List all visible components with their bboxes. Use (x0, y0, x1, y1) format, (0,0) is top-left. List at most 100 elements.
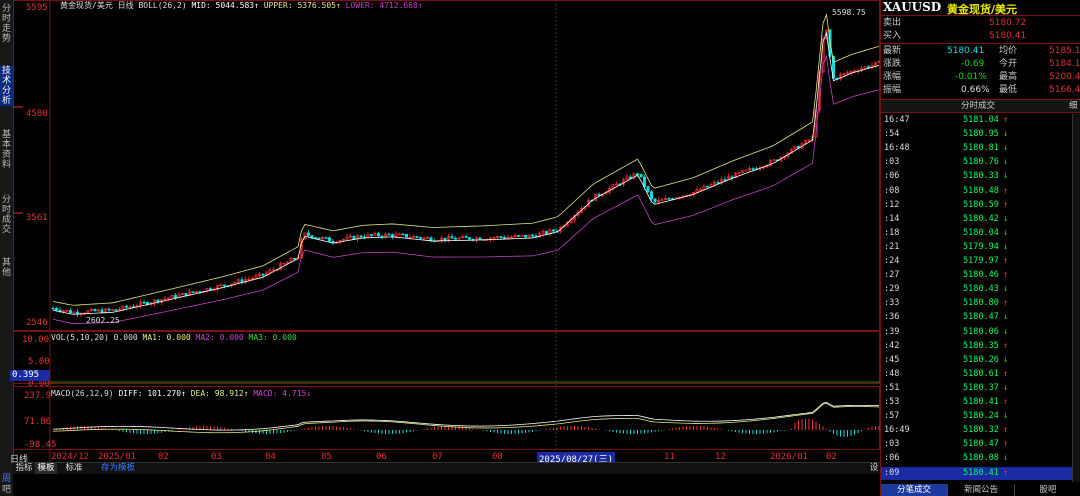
trade-time: :53 (884, 397, 900, 407)
trade-row[interactable]: :12 5180.59 ↑ (881, 199, 1080, 212)
candle-body (597, 193, 601, 196)
vol-y-tick: 10.00 (22, 335, 50, 345)
trade-row[interactable]: :03 5180.47 ↑ (881, 438, 1080, 451)
trade-time: :06 (884, 453, 900, 464)
trade-price: 5180.41 (963, 397, 999, 407)
candle-body (240, 279, 244, 283)
trade-row[interactable]: :18 5180.04 ↓ (881, 227, 1080, 240)
candle-body (397, 233, 401, 236)
candle-body (639, 173, 643, 178)
down-arrow-icon: ↓ (1003, 129, 1009, 140)
trade-row[interactable]: 16:48 5180.81 ↓ (881, 142, 1080, 155)
candle-body (68, 310, 72, 314)
trade-price: 5180.61 (963, 368, 999, 379)
candle-body (530, 234, 534, 237)
candle-body (523, 234, 527, 238)
trade-row[interactable]: :27 5180.46 ↑ (881, 269, 1080, 282)
trade-price: 5180.35 (963, 340, 999, 351)
trade-row[interactable]: :06 5180.08 ↓ (881, 452, 1080, 465)
boll-name: BOLL(26,2) (138, 1, 187, 10)
quote-bottom-tabs: 分笔成交 新闻公告 股吧 (881, 484, 1080, 496)
left-bottom-strip: 周 吧 (0, 462, 13, 496)
trades-list[interactable]: 16:47 5181.04 ↑:54 5180.95 ↓ 16:48 5180.81 ↓:03… (881, 114, 1080, 482)
quote-label: 涨幅 (883, 72, 902, 82)
quote-label: 最高 (999, 72, 1018, 82)
trade-time: :14 (884, 213, 900, 224)
x-label: 02 (826, 452, 837, 462)
boll-lower-line (52, 54, 880, 325)
trade-row[interactable]: :03 5180.76 ↓ (881, 156, 1080, 169)
candle-body (649, 191, 653, 200)
x-label: 04 (265, 452, 276, 462)
tab-forum[interactable]: 股吧 (1015, 484, 1080, 496)
tab-tick-trades[interactable]: 分笔成交 (881, 484, 948, 496)
candle-body (467, 237, 471, 240)
trade-row[interactable]: :14 5180.42 ↓ (881, 213, 1080, 226)
trade-row[interactable]: :21 5179.94 ↓ (881, 241, 1080, 254)
x-label: 12 (715, 452, 726, 462)
y-tick: 4580 (26, 109, 48, 119)
settings-button[interactable]: 设 (868, 463, 880, 474)
trade-row[interactable]: :48 5180.61 ↑ (881, 368, 1080, 381)
up-arrow-icon: ↑ (1003, 467, 1009, 478)
trade-row[interactable]: :36 5180.47 ↓ (881, 311, 1080, 324)
quote-label: 最新 (883, 46, 902, 56)
divider (881, 15, 1080, 16)
trade-row[interactable]: :39 5180.06 ↓ (881, 326, 1080, 339)
left-bottom-item[interactable]: 周 (0, 474, 13, 484)
candle-body (516, 235, 520, 237)
left-tab-strip: 分时走势 技术分析 基本资料 分时成交 其他 (0, 0, 14, 462)
vol-y-tick: 5.00 (28, 357, 50, 367)
buy-value: 5180.41 (989, 31, 1027, 41)
main-panel-border (13, 0, 880, 331)
trade-row[interactable]: :42 5180.35 ↑ (881, 340, 1080, 353)
left-bottom-item[interactable]: 吧 (0, 485, 13, 495)
trade-row[interactable]: :09 5180.41 ↑ (881, 466, 1080, 480)
up-arrow-icon: ↑ (1003, 199, 1009, 210)
trade-row[interactable]: :33 5180.80 ↑ (881, 297, 1080, 310)
indicator-tab[interactable]: 指标 (13, 463, 35, 474)
candle-body (292, 258, 296, 260)
y-tick: 3561 (26, 213, 48, 223)
trade-row[interactable]: :45 5180.26 ↓ (881, 354, 1080, 367)
trade-row[interactable]: :24 5179.97 ↑ (881, 255, 1080, 268)
candle-body (667, 198, 671, 200)
change-pct-value: -0.01% (955, 72, 987, 82)
standard-tab[interactable]: 标准 (63, 463, 85, 474)
save-template-tab[interactable]: 存为模板 (93, 463, 143, 474)
tab-news[interactable]: 新闻公告 (948, 484, 1015, 496)
candle-body (387, 233, 391, 236)
trade-row[interactable]: 16:49 5180.32 ↑ (881, 424, 1080, 437)
x-label: 2025/01 (98, 452, 136, 462)
candle-body (306, 232, 310, 236)
trade-row[interactable]: :29 5180.43 ↓ (881, 283, 1080, 296)
trade-row[interactable]: :08 5180.48 ↑ (881, 185, 1080, 198)
candle-body (401, 233, 405, 236)
trade-row[interactable]: :54 5180.95 ↓ (881, 128, 1080, 141)
tab-time-trend[interactable]: 分时走势 (0, 4, 13, 44)
template-tab[interactable]: 模板 (35, 463, 57, 474)
amplitude-value: 0.66% (961, 85, 990, 95)
tab-other[interactable]: 其他 (0, 258, 13, 280)
tab-basic-info[interactable]: 基本资料 (0, 130, 13, 170)
candle-body (390, 234, 394, 237)
trades-detail-button[interactable]: 细 (1069, 100, 1078, 112)
trade-row[interactable]: :51 5180.37 ↓ (881, 382, 1080, 395)
tab-time-trades[interactable]: 分时成交 (0, 195, 13, 235)
candle-body (646, 186, 650, 193)
trade-time: :03 (884, 439, 900, 450)
trade-time: :33 (884, 298, 900, 309)
trade-price: 5180.47 (963, 312, 999, 323)
trade-row[interactable]: :53 5180.41 ↑ (881, 396, 1080, 409)
x-label: 08 (492, 452, 503, 462)
vol-current-value: 0.395 (10, 370, 50, 381)
trades-scrollbar[interactable] (1072, 114, 1080, 482)
quote-symbol: XAUUSD (883, 0, 942, 14)
trade-time: :03 (884, 157, 900, 168)
trade-time: :54 (884, 129, 900, 140)
trade-row[interactable]: :57 5180.24 ↓ (881, 410, 1080, 423)
trade-row[interactable]: 16:47 5181.04 ↑ (881, 114, 1080, 127)
up-arrow-icon: ↑ (1003, 397, 1009, 407)
tab-technical-analysis[interactable]: 技术分析 (0, 66, 13, 106)
trade-row[interactable]: :06 5180.33 ↓ (881, 170, 1080, 183)
